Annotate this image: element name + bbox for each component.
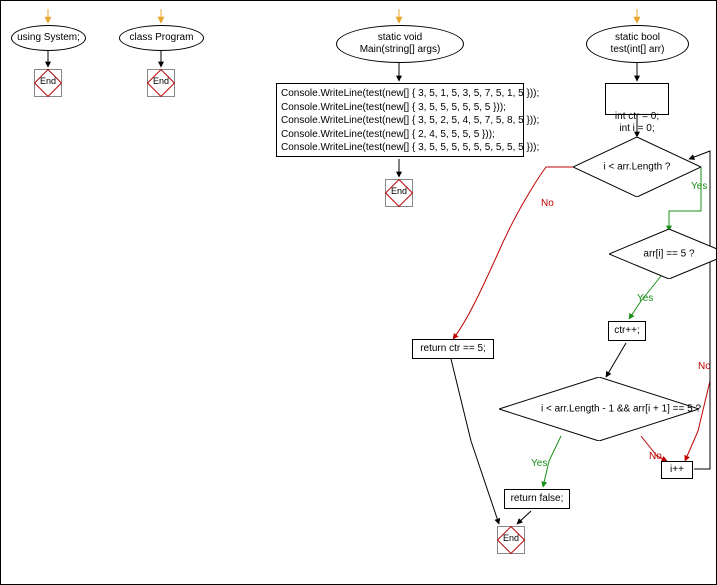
cond-next-five: i < arr.Length - 1 && arr[i + 1] == 5 ? (499, 377, 699, 441)
entry-main-text: static void Main(string[] args) (360, 32, 441, 56)
end-label: End (34, 76, 62, 86)
return-ctr-eq5: return ctr == 5; (412, 339, 494, 359)
test-init-text: int ctr = 0; int i = 0; (606, 108, 668, 138)
i-increment: i++ (661, 461, 693, 479)
cond-loop: i < arr.Length ? (573, 137, 701, 197)
entry-using-system: using System; (11, 25, 86, 51)
entry-class-text: class Program (130, 32, 194, 44)
entry-test: static bool test(int[] arr) (586, 25, 689, 63)
main-body-line: Console.WriteLine(test(new[] { 3, 5, 5, … (281, 141, 519, 155)
end-using: End (34, 69, 62, 97)
end-main: End (385, 179, 413, 207)
main-body-block: Console.WriteLine(test(new[] { 3, 5, 1, … (276, 83, 524, 157)
end-test: End (497, 526, 525, 554)
cond-eq5-text: arr[i] == 5 ? (609, 249, 717, 260)
return-false: return false; (504, 489, 570, 509)
entry-main: static void Main(string[] args) (336, 25, 464, 63)
ctr-increment: ctr++; (608, 321, 646, 341)
entry-using-text: using System; (17, 32, 80, 44)
end-class: End (147, 69, 175, 97)
main-body-line: Console.WriteLine(test(new[] { 2, 4, 5, … (281, 128, 519, 142)
end-label: End (147, 76, 175, 86)
ctr-increment-text: ctr++; (609, 322, 645, 340)
main-body-line: Console.WriteLine(test(new[] { 3, 5, 2, … (281, 114, 519, 128)
end-label: End (385, 186, 413, 196)
entry-class-program: class Program (119, 25, 204, 51)
cond-next-text: i < arr.Length - 1 && arr[i + 1] == 5 ? (499, 404, 717, 415)
edge-label-yes: Yes (531, 458, 547, 469)
main-body-line: Console.WriteLine(test(new[] { 3, 5, 5, … (281, 101, 519, 115)
edge-label-yes: Yes (637, 293, 653, 304)
i-increment-text: i++ (662, 462, 692, 478)
test-init-block: int ctr = 0; int i = 0; (605, 83, 669, 115)
edge-label-no: No (698, 361, 711, 372)
return-false-text: return false; (505, 490, 569, 508)
return-ctr-eq5-text: return ctr == 5; (413, 340, 493, 358)
cond-eq5: arr[i] == 5 ? (609, 229, 717, 279)
main-body-line: Console.WriteLine(test(new[] { 3, 5, 1, … (281, 87, 519, 101)
flowchart-canvas: Yes No Yes No Yes No using System; End (0, 0, 717, 585)
cond-loop-text: i < arr.Length ? (573, 162, 701, 173)
end-label: End (497, 533, 525, 543)
edge-label-no: No (541, 198, 554, 209)
entry-test-text: static bool test(int[] arr) (611, 32, 665, 56)
